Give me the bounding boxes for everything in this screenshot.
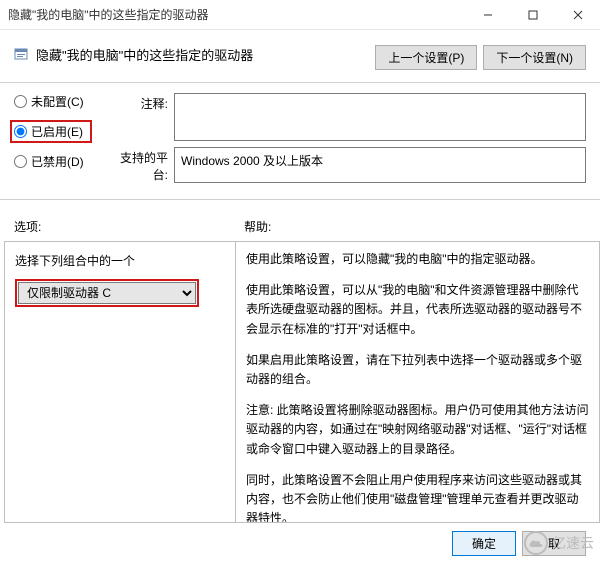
options-panel: 选择下列组合中的一个 仅限制驱动器 C (4, 241, 236, 523)
title-bar: 隐藏"我的电脑"中的这些指定的驱动器 (0, 0, 600, 30)
radio-not-configured-input[interactable] (14, 95, 27, 108)
options-prompt: 选择下列组合中的一个 (15, 252, 225, 269)
radio-disabled[interactable]: 已禁用(D) (14, 153, 114, 170)
lower-panels: 选择下列组合中的一个 仅限制驱动器 C 使用此策略设置，可以隐藏"我的电脑"中的… (0, 241, 600, 523)
close-button[interactable] (555, 0, 600, 30)
dropdown-highlight: 仅限制驱动器 C (15, 279, 199, 307)
cancel-button[interactable]: 取 (522, 531, 586, 556)
radio-disabled-label: 已禁用(D) (31, 153, 84, 170)
help-paragraph: 如果启用此策略设置，请在下拉列表中选择一个驱动器或多个驱动器的组合。 (246, 351, 589, 389)
policy-title: 隐藏"我的电脑"中的这些指定的驱动器 (36, 45, 253, 64)
supported-label: 支持的平台: (114, 147, 174, 183)
radio-enabled[interactable]: 已启用(E) (10, 120, 92, 143)
comment-textarea[interactable] (174, 93, 586, 141)
radio-not-configured-label: 未配置(C) (31, 93, 84, 110)
window-title: 隐藏"我的电脑"中的这些指定的驱动器 (8, 6, 209, 23)
supported-value: Windows 2000 及以上版本 (174, 147, 586, 183)
window-controls (465, 0, 600, 30)
radio-enabled-label: 已启用(E) (31, 123, 83, 140)
maximize-button[interactable] (510, 0, 555, 30)
dialog-footer: 确定 取 (0, 523, 600, 564)
help-paragraph: 注意: 此策略设置将删除驱动器图标。用户仍可使用其他方法访问驱动器的内容，如通过… (246, 401, 589, 459)
radio-enabled-input[interactable] (14, 125, 27, 138)
comment-label: 注释: (114, 93, 174, 141)
minimize-button[interactable] (465, 0, 510, 30)
section-labels: 选项: 帮助: (0, 200, 600, 241)
ok-button[interactable]: 确定 (452, 531, 516, 556)
help-paragraph: 使用此策略设置，可以从"我的电脑"和文件资源管理器中删除代表所选硬盘驱动器的图标… (246, 281, 589, 339)
radio-not-configured[interactable]: 未配置(C) (14, 93, 114, 110)
config-area: 未配置(C) 已启用(E) 已禁用(D) 注释: 支持的平台: Windows … (0, 83, 600, 200)
drive-restriction-dropdown[interactable]: 仅限制驱动器 C (18, 282, 196, 304)
state-radio-group: 未配置(C) 已启用(E) 已禁用(D) (14, 93, 114, 189)
radio-disabled-input[interactable] (14, 155, 27, 168)
help-panel: 使用此策略设置，可以隐藏"我的电脑"中的指定驱动器。 使用此策略设置，可以从"我… (236, 241, 600, 523)
previous-setting-button[interactable]: 上一个设置(P) (375, 45, 477, 70)
help-paragraph: 同时，此策略设置不会阻止用户使用程序来访问这些驱动器或其内容，也不会防止他们使用… (246, 471, 589, 523)
help-section-label: 帮助: (244, 218, 586, 235)
policy-header: 隐藏"我的电脑"中的这些指定的驱动器 上一个设置(P) 下一个设置(N) (0, 30, 600, 83)
next-setting-button[interactable]: 下一个设置(N) (483, 45, 586, 70)
options-section-label: 选项: (14, 218, 244, 235)
policy-icon (14, 47, 30, 63)
help-paragraph: 使用此策略设置，可以隐藏"我的电脑"中的指定驱动器。 (246, 250, 589, 269)
